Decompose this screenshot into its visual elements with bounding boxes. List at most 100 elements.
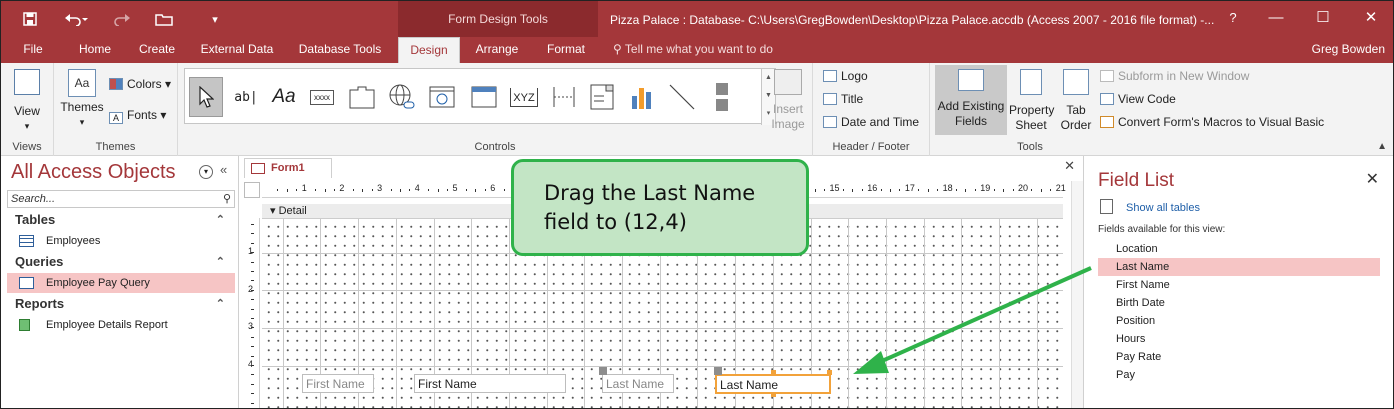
property-label-2: Sheet bbox=[1015, 118, 1047, 132]
field-position[interactable]: Position bbox=[1098, 312, 1380, 330]
line-tool-icon[interactable] bbox=[665, 77, 699, 117]
tab-format[interactable]: Format bbox=[537, 37, 595, 63]
hyperlink-icon[interactable] bbox=[385, 77, 419, 117]
tab-file[interactable]: File bbox=[11, 37, 55, 63]
ruler-tick bbox=[251, 346, 254, 348]
web-browser-icon[interactable] bbox=[425, 77, 459, 117]
view-button[interactable]: View ▾ bbox=[7, 69, 47, 134]
section-queries[interactable]: Queries ⌃ bbox=[7, 252, 235, 272]
section-reports[interactable]: Reports ⌃ bbox=[7, 294, 235, 314]
close-field-list-icon[interactable]: ✕ bbox=[1366, 169, 1379, 189]
logo-button[interactable]: Logo bbox=[823, 66, 868, 86]
search-icon[interactable]: ⚲ bbox=[223, 191, 231, 207]
minimize-icon[interactable]: — bbox=[1254, 1, 1298, 37]
insert-image-button[interactable]: Insert Image bbox=[766, 69, 810, 132]
section-tables[interactable]: Tables ⌃ bbox=[7, 210, 235, 230]
collapse-ribbon-icon[interactable]: ▲ bbox=[1377, 141, 1387, 152]
form-vertical-scrollbar[interactable] bbox=[1071, 181, 1083, 408]
nav-pane-title[interactable]: All Access Objects bbox=[11, 161, 176, 184]
close-icon[interactable]: ✕ bbox=[1349, 1, 1393, 37]
shutter-bar-icon[interactable]: « bbox=[220, 162, 227, 177]
maximize-icon[interactable]: ☐ bbox=[1301, 1, 1345, 37]
tab-order-button[interactable]: Tab Order bbox=[1056, 69, 1096, 133]
tab-control-icon[interactable] bbox=[345, 77, 379, 117]
navigation-control-icon[interactable] bbox=[467, 77, 501, 117]
field-hours[interactable]: Hours bbox=[1098, 330, 1380, 348]
option-group-icon[interactable]: XYZ bbox=[507, 77, 541, 117]
tell-me-text: Tell me what you want to do bbox=[624, 42, 773, 56]
move-handle[interactable] bbox=[599, 367, 607, 375]
tab-create[interactable]: Create bbox=[129, 37, 185, 63]
field-last-name[interactable]: Last Name bbox=[1098, 258, 1380, 276]
ruler-number: 18 bbox=[942, 183, 953, 193]
resize-handle[interactable] bbox=[771, 370, 776, 375]
textbox-tool-icon[interactable]: ab| bbox=[229, 77, 263, 117]
nav-item-employee-details-report[interactable]: Employee Details Report bbox=[7, 315, 235, 335]
nav-menu-icon[interactable]: ▾ bbox=[199, 165, 213, 179]
customize-qat-icon[interactable]: ▾ bbox=[205, 1, 225, 37]
redo-icon[interactable] bbox=[105, 1, 139, 37]
help-icon[interactable]: ? bbox=[1211, 1, 1255, 37]
themes-button[interactable]: Aa Themes ▾ bbox=[60, 69, 104, 130]
resize-handle[interactable] bbox=[827, 370, 832, 375]
ruler-tick bbox=[918, 189, 920, 191]
add-existing-fields-button[interactable]: Add Existing Fields bbox=[935, 65, 1007, 135]
group-label-header-footer: Header / Footer bbox=[832, 141, 910, 153]
tab-external-data[interactable]: External Data bbox=[193, 37, 281, 63]
ruler-tick bbox=[409, 189, 411, 191]
ruler-tick bbox=[993, 189, 995, 191]
convert-macros-button[interactable]: Convert Form's Macros to Visual Basic bbox=[1100, 112, 1324, 132]
field-location[interactable]: Location bbox=[1098, 240, 1380, 258]
subform-button[interactable]: Subform in New Window bbox=[1100, 66, 1249, 86]
tab-database-tools[interactable]: Database Tools bbox=[291, 37, 389, 63]
close-form-icon[interactable]: ✕ bbox=[1064, 158, 1075, 174]
tab-arrange[interactable]: Arrange bbox=[467, 37, 527, 63]
toggle-button-icon[interactable] bbox=[705, 77, 739, 117]
open-folder-icon[interactable] bbox=[151, 1, 177, 37]
last-name-label-control[interactable]: Last Name bbox=[602, 374, 674, 393]
tab-design[interactable]: Design bbox=[398, 37, 460, 63]
title-button[interactable]: Title bbox=[823, 89, 863, 109]
window-title: Pizza Palace : Database- C:\Users\GregBo… bbox=[610, 13, 1215, 27]
ruler-tick bbox=[251, 242, 254, 244]
page-break-icon[interactable] bbox=[547, 77, 581, 117]
nav-item-employee-pay-query[interactable]: Employee Pay Query bbox=[7, 273, 235, 293]
section-label: Tables bbox=[15, 212, 56, 227]
title-label: Title bbox=[841, 92, 864, 106]
combo-box-icon[interactable] bbox=[585, 77, 619, 117]
fonts-icon: A bbox=[109, 112, 123, 124]
tell-me-box[interactable]: ⚲ Tell me what you want to do bbox=[613, 37, 773, 63]
select-pointer-icon[interactable] bbox=[189, 77, 223, 117]
chart-icon[interactable] bbox=[625, 77, 659, 117]
date-time-button[interactable]: Date and Time bbox=[823, 112, 919, 132]
save-icon[interactable] bbox=[17, 1, 43, 37]
ruler-tick bbox=[251, 280, 254, 282]
view-code-button[interactable]: View Code bbox=[1100, 89, 1176, 109]
field-pay[interactable]: Pay bbox=[1098, 366, 1380, 384]
resize-handle[interactable] bbox=[771, 392, 776, 397]
field-pay-rate[interactable]: Pay Rate bbox=[1098, 348, 1380, 366]
user-name[interactable]: Greg Bowden bbox=[1312, 37, 1385, 63]
tab-home[interactable]: Home bbox=[69, 37, 121, 63]
fonts-button[interactable]: A Fonts ▾ bbox=[109, 105, 166, 125]
label-tool-icon[interactable]: Aa bbox=[267, 77, 301, 117]
grid-line-vertical bbox=[282, 219, 284, 408]
show-all-tables-link[interactable]: Show all tables bbox=[1126, 202, 1200, 214]
button-tool-icon[interactable]: xxxx bbox=[305, 77, 339, 117]
colors-button[interactable]: Colors ▾ bbox=[109, 74, 171, 94]
nav-item-employees[interactable]: Employees bbox=[7, 231, 235, 251]
form-tab[interactable]: Form1 bbox=[244, 158, 332, 178]
ruler-tick bbox=[437, 189, 439, 192]
first-name-textbox-control[interactable]: First Name bbox=[414, 374, 566, 393]
property-sheet-button[interactable]: Property Sheet bbox=[1009, 69, 1054, 133]
field-birth-date[interactable]: Birth Date bbox=[1098, 294, 1380, 312]
ruler-tick bbox=[251, 261, 254, 263]
move-handle[interactable] bbox=[714, 367, 722, 375]
form-selector[interactable] bbox=[244, 182, 260, 198]
field-first-name[interactable]: First Name bbox=[1098, 276, 1380, 294]
nav-search-input[interactable]: Search... ⚲ bbox=[7, 190, 235, 208]
first-name-label-control[interactable]: First Name bbox=[302, 374, 374, 393]
last-name-textbox-control[interactable]: Last Name bbox=[715, 374, 831, 394]
ruler-number: 20 bbox=[1018, 183, 1029, 193]
undo-icon[interactable] bbox=[59, 1, 95, 37]
